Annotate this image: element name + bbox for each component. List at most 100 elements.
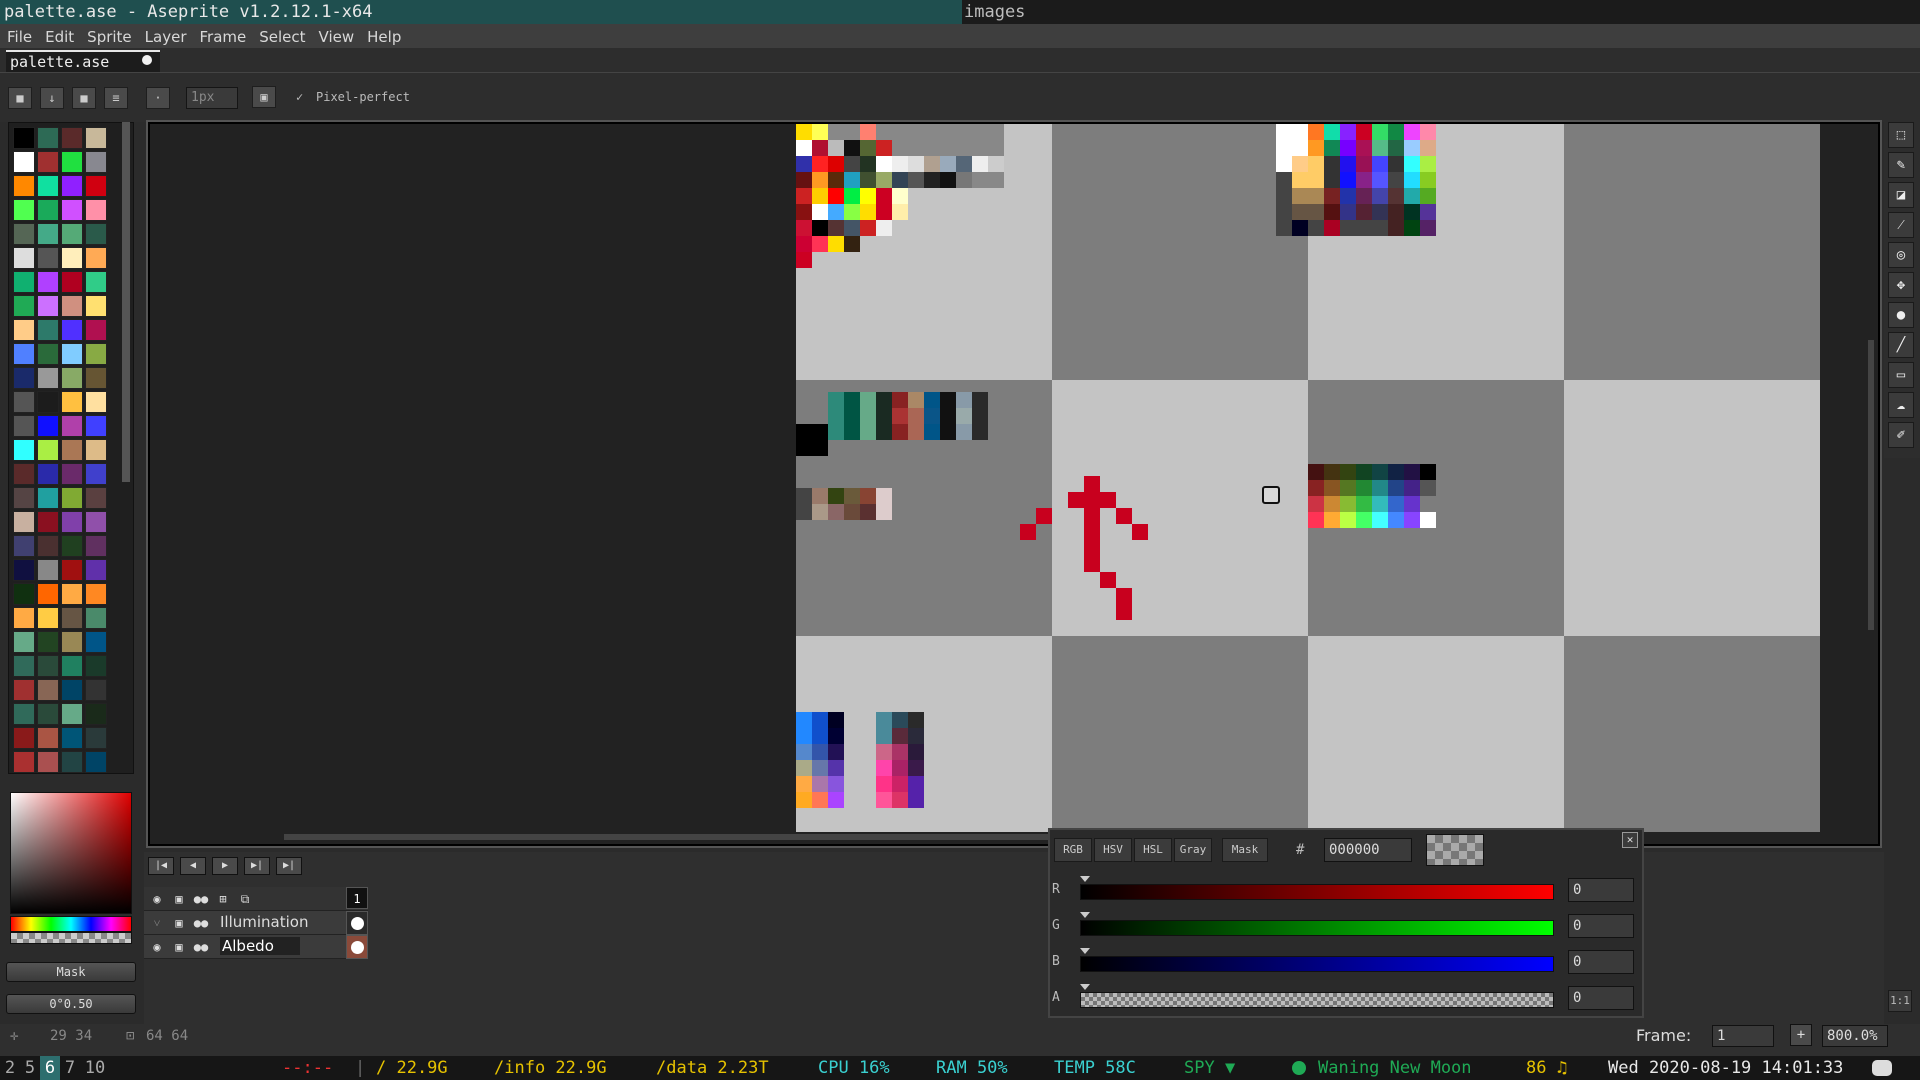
palette-swatch[interactable] [85,367,107,389]
palette-swatch[interactable] [37,223,59,245]
palette-swatch[interactable] [37,175,59,197]
eyedropper-icon[interactable]: ⁄ [1888,212,1914,238]
mask-button[interactable]: Mask [6,962,136,982]
menu-layer[interactable]: Layer [138,24,193,48]
palette-swatch[interactable] [85,583,107,605]
palette-swatch[interactable] [37,631,59,653]
palette-swatch[interactable] [37,367,59,389]
palette-swatch[interactable] [37,415,59,437]
menu-frame[interactable]: Frame [193,24,253,48]
palette-swatch[interactable] [85,607,107,629]
palette-swatch[interactable] [13,535,35,557]
zoom-input[interactable]: 800.0% [1822,1025,1888,1047]
palette-swatch[interactable] [61,631,83,653]
mode-rgb-tab[interactable]: RGB [1054,838,1092,862]
palette-swatch[interactable] [85,487,107,509]
paint-icon[interactable]: ✐ [1888,422,1914,448]
blur-icon[interactable]: ☁ [1888,392,1914,418]
next-frame-icon[interactable]: ▶| [244,857,270,875]
palette-swatch[interactable] [61,367,83,389]
first-frame-icon[interactable]: |◀ [148,857,174,875]
palette-swatch[interactable] [85,391,107,413]
palette-swatch[interactable] [61,151,83,173]
palette-swatch[interactable] [85,415,107,437]
palette-swatch[interactable] [37,511,59,533]
frame-input[interactable]: 1 [1712,1025,1774,1047]
palette-swatch[interactable] [37,727,59,749]
palette-swatch[interactable] [61,343,83,365]
link-icon[interactable]: ●● [192,890,210,908]
discord-icon[interactable] [1872,1060,1892,1076]
menu-help[interactable]: Help [360,24,407,48]
palette-swatch[interactable] [13,271,35,293]
g-slider[interactable] [1080,920,1554,936]
workspace-2[interactable]: 2 [0,1056,20,1080]
palette-swatch[interactable] [37,271,59,293]
palette-swatch[interactable] [37,535,59,557]
palette-swatch[interactable] [61,727,83,749]
last-frame-icon[interactable]: ▶| [276,857,302,875]
palette-swatch[interactable] [85,319,107,341]
palette-swatch[interactable] [61,583,83,605]
palette-swatch[interactable] [13,223,35,245]
palette-swatch[interactable] [37,559,59,581]
menu-file[interactable]: File [0,24,38,48]
palette-swatch[interactable] [85,127,107,149]
palette-swatch[interactable] [13,199,35,221]
palette-swatch[interactable] [61,439,83,461]
palette-swatch[interactable] [13,655,35,677]
palette-swatch[interactable] [61,247,83,269]
palette-swatch[interactable] [13,583,35,605]
layer-row-albedo[interactable]: ◉ ▣ ●● Albedo [144,935,368,959]
palette-swatch[interactable] [37,391,59,413]
lock-icon[interactable]: ■ [8,87,32,109]
palette-swatch[interactable] [61,463,83,485]
zoom-reset-icon[interactable]: 1:1 [1888,990,1912,1012]
eye-icon[interactable]: ◉ [148,890,166,908]
palette-swatch[interactable] [85,295,107,317]
palette-swatch[interactable] [13,727,35,749]
palette-swatch[interactable] [13,631,35,653]
mode-mask-tab[interactable]: Mask [1222,838,1268,862]
palette-swatch[interactable] [85,751,107,773]
g-value[interactable]: 0 [1568,914,1634,938]
palette-grid[interactable] [8,122,134,774]
palette-swatch[interactable] [61,703,83,725]
palette-swatch[interactable] [85,655,107,677]
palette-swatch[interactable] [37,487,59,509]
mode-hsl-tab[interactable]: HSL [1134,838,1172,862]
palette-swatch[interactable] [13,319,35,341]
palette-swatch[interactable] [13,127,35,149]
palette-swatch[interactable] [85,535,107,557]
palette-swatch[interactable] [13,511,35,533]
square-icon[interactable]: ■ [72,87,96,109]
palette-swatch[interactable] [13,439,35,461]
palette-swatch[interactable] [13,367,35,389]
link-icon[interactable]: ●● [192,914,210,932]
palette-swatch[interactable] [85,199,107,221]
dot-icon[interactable]: · [146,87,170,109]
palette-swatch[interactable] [85,151,107,173]
b-knob[interactable] [1080,948,1090,954]
pencil-icon[interactable]: ✎ [1888,152,1914,178]
r-knob[interactable] [1080,876,1090,882]
b-value[interactable]: 0 [1568,950,1634,974]
palette-swatch[interactable] [13,415,35,437]
menu-view[interactable]: View [312,24,361,48]
palette-scrollbar[interactable] [122,122,130,482]
arrow-down-icon[interactable]: ↓ [40,87,64,109]
palette-swatch[interactable] [61,415,83,437]
palette-swatch[interactable] [85,439,107,461]
palette-swatch[interactable] [13,463,35,485]
palette-swatch[interactable] [85,271,107,293]
palette-swatch[interactable] [13,751,35,773]
palette-swatch[interactable] [85,727,107,749]
eye-hidden-icon[interactable]: ˅ [148,914,166,932]
palette-swatch[interactable] [37,343,59,365]
workspace-6[interactable]: 6 [40,1056,60,1080]
palette-swatch[interactable] [61,751,83,773]
palette-swatch[interactable] [37,607,59,629]
palette-swatch[interactable] [37,679,59,701]
palette-swatch[interactable] [85,703,107,725]
add-frame-icon[interactable]: + [1790,1024,1812,1046]
